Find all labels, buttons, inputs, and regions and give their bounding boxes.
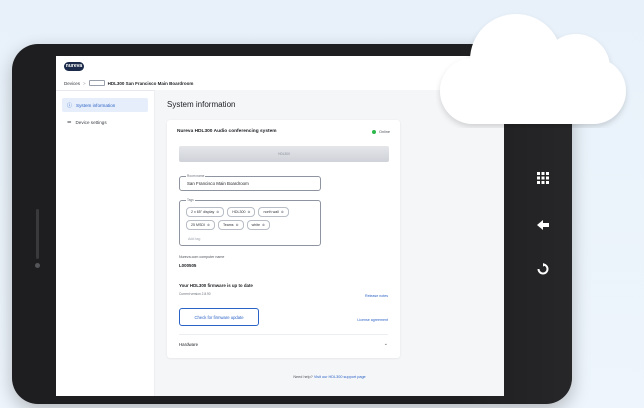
sidebar-item-system-information[interactable]: ⓘ System information [62,98,148,112]
tablet-side-button [36,209,39,259]
back-arrow-glyph [537,220,549,230]
refresh-icon[interactable] [535,263,551,278]
tag-chip[interactable]: 25 MSDI ⊗ [186,220,215,230]
serial-value: L000505 [179,263,197,268]
sliders-icon: ⚌ [67,119,72,125]
check-firmware-button[interactable]: Check for firmware update [179,308,259,326]
license-agreement-link[interactable]: License agreement [357,318,388,322]
system-info-card: Nureva HDL300 Audio conferencing system … [167,120,400,358]
back-arrow-icon[interactable] [535,220,551,233]
tag-text: HDL300 [232,210,246,214]
tag-chip[interactable]: white ⊗ [246,220,271,230]
support-page-link[interactable]: Visit our HDL300 support page [314,375,366,379]
tag-chip[interactable]: HDL300 ⊗ [227,207,256,217]
remove-tag-icon[interactable]: ⊗ [262,223,265,227]
tag-list: 2 x 65" display ⊗ HDL300 ⊗ north wall ⊗ 25 … [186,207,314,233]
sidebar-item-label: System information [76,102,116,108]
add-tag-input[interactable]: Add tag [188,237,200,241]
tag-chip[interactable]: north wall ⊗ [258,207,289,217]
breadcrumb-devices[interactable]: Devices [64,81,80,86]
nureva-logo[interactable]: nureva [64,61,84,71]
status-badge: Online [379,129,390,134]
device-image: HDL300 [179,146,389,162]
remove-tag-icon[interactable]: ⊗ [207,223,210,227]
tag-text: 2 x 65" display [191,210,215,214]
tags-field[interactable]: Tags 2 x 65" display ⊗ HDL300 ⊗ north wall… [179,198,321,246]
hardware-section[interactable]: Hardware ⌄ [179,341,388,347]
sidebar-item-label: Device settings [75,119,107,125]
chevron-down-icon: ⌄ [383,341,388,347]
remove-tag-icon[interactable]: ⊗ [281,210,284,214]
tag-text: Teams [223,223,234,227]
remove-tag-icon[interactable]: ⊗ [236,223,239,227]
room-name-label: Room name [186,174,206,178]
grid-icon-glyph [537,172,549,184]
tag-chip[interactable]: Teams ⊗ [218,220,244,230]
tag-chip[interactable]: 2 x 65" display ⊗ [186,207,225,217]
tablet-camera [35,263,40,268]
remove-tag-icon[interactable]: ⊗ [247,210,250,214]
refresh-glyph [537,263,549,275]
info-icon: ⓘ [67,102,73,109]
release-notes-link[interactable]: Release notes [365,294,388,298]
status-online-dot [372,129,377,134]
remove-tag-icon[interactable]: ⊗ [216,210,219,214]
page-title: System information [167,100,236,109]
help-prefix: Need help? [293,375,313,379]
serial-label: Nureva.com computer name [179,255,225,259]
help-footer: Need help? Visit our HDL300 support page [155,375,504,379]
room-name-field[interactable]: Room name San Francisco Main Boardroom [179,174,321,191]
card-divider [179,334,388,335]
firmware-version: Current version 2.8.90 [179,292,211,296]
system-name: Nureva HDL300 Audio conferencing system [177,129,277,134]
sidebar: ⓘ System information ⚌ Device settings [56,90,155,396]
page-body: ⓘ System information ⚌ Device settings S… [56,90,504,396]
room-name-value: San Francisco Main Boardroom [187,181,249,186]
breadcrumb-current: HDL300 San Francisco Main Boardroom [107,80,194,86]
main-content: System information Nureva HDL300 Audio c… [155,90,504,396]
device-type-icon [88,80,105,86]
cloud-icon [440,14,626,124]
grid-icon[interactable] [535,172,551,187]
sidebar-item-device-settings[interactable]: ⚌ Device settings [62,115,148,129]
tag-text: north wall [263,210,279,214]
breadcrumb-separator: > [83,80,86,86]
hardware-label: Hardware [179,341,199,347]
tags-label: Tags [186,198,195,202]
card-header: Nureva HDL300 Audio conferencing system … [177,129,390,134]
firmware-status: Your HDL300 firmware is up to date [179,283,253,288]
tag-text: white [251,223,260,227]
tag-text: 25 MSDI [191,223,205,227]
